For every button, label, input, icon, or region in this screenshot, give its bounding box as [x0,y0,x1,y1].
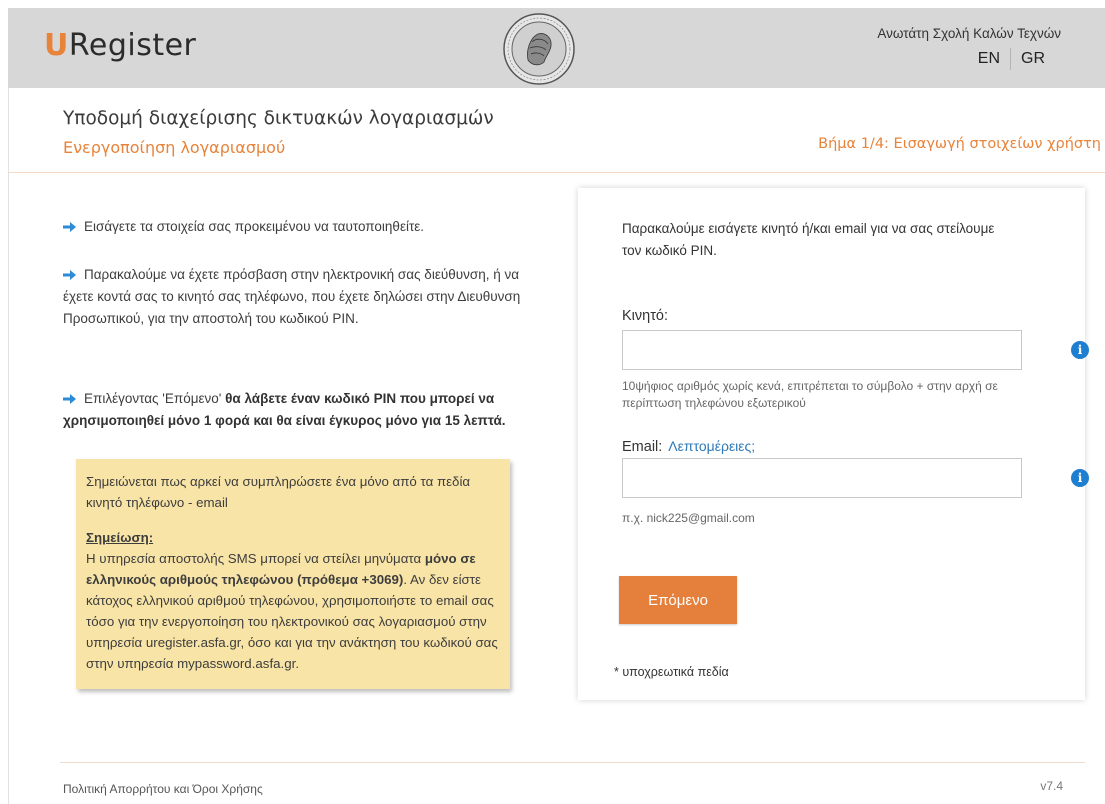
arrow-right-icon [63,394,76,404]
email-hint: π.χ. nick225@gmail.com [622,511,755,525]
lang-en-link[interactable]: EN [978,50,1000,68]
school-seal-icon [503,13,575,85]
arrow-right-icon [63,270,76,280]
form-intro: Παρακαλούμε εισάγετε κινητό ή/και email … [622,221,995,258]
note-text-1: Η υπηρεσία αποστολής SMS μπορεί να στείλ… [86,551,425,566]
instruction-text-2: Παρακαλούμε να έχετε πρόσβαση στην ηλεκτ… [63,267,521,326]
email-info-icon[interactable]: i [1071,469,1089,487]
email-label-row: Email: Λεπτομέρειες; [622,438,755,455]
privacy-policy-link[interactable]: Πολιτική Απορρήτου και Όροι Χρήσης [63,782,263,796]
note-intro: Σημειώνεται πως αρκεί να συμπληρώσετε έν… [86,474,471,510]
instruction-item-2: Παρακαλούμε να έχετε πρόσβαση στην ηλεκτ… [63,264,533,330]
logo-u-letter: U [44,28,69,63]
instruction-item-3: Επιλέγοντας 'Επόμενο' θα λάβετε έναν κωδ… [63,388,533,432]
footer-divider [60,762,1085,763]
arrow-right-icon [63,222,76,232]
page-subtitle: Ενεργοποίηση λογαριασμού [63,138,286,157]
lang-separator [1010,48,1011,70]
form-card: Παρακαλούμε εισάγετε κινητό ή/και email … [578,188,1089,700]
header-bar: URegister Ανωτάτη Σχολή Καλών Τεχνών EN … [8,8,1105,88]
email-input[interactable] [622,458,1022,498]
uregister-logo[interactable]: URegister [44,28,196,63]
mobile-hint: 10ψήφιος αριθμός χωρίς κενά, επιτρέπεται… [622,379,998,410]
step-indicator: Βήμα 1/4: Εισαγωγή στοιχείων χρήστη [818,136,1101,152]
organization-name: Ανωτάτη Σχολή Καλών Τεχνών [877,26,1061,41]
lang-gr-link[interactable]: GR [1021,50,1045,68]
note-heading: Σημείωση: [86,530,154,545]
email-details-link[interactable]: Λεπτομέρειες; [668,438,755,454]
instruction-text-3: Επιλέγοντας 'Επόμενο' [84,391,226,406]
instruction-text-1: Εισάγετε τα στοιχεία σας προκειμένου να … [84,219,425,234]
mobile-label: Κινητό: [622,308,669,324]
sms-note-box: Σημειώνεται πως αρκεί να συμπληρώσετε έν… [76,459,510,689]
email-label: Email: [622,439,663,455]
next-button[interactable]: Επόμενο [619,576,737,624]
header-divider [8,172,1105,173]
version-label: v7.4 [1040,779,1063,793]
page-left-border [8,88,9,804]
required-fields-note: * υποχρεωτικά πεδία [614,665,729,679]
page-title: Υποδομή διαχείρισης δικτυακών λογαριασμώ… [63,108,494,129]
logo-text: Register [68,28,197,63]
mobile-info-icon[interactable]: i [1071,341,1089,359]
mobile-input[interactable] [622,330,1022,370]
instruction-item-1: Εισάγετε τα στοιχεία σας προκειμένου να … [63,216,533,238]
language-switcher: EN GR [978,48,1045,70]
